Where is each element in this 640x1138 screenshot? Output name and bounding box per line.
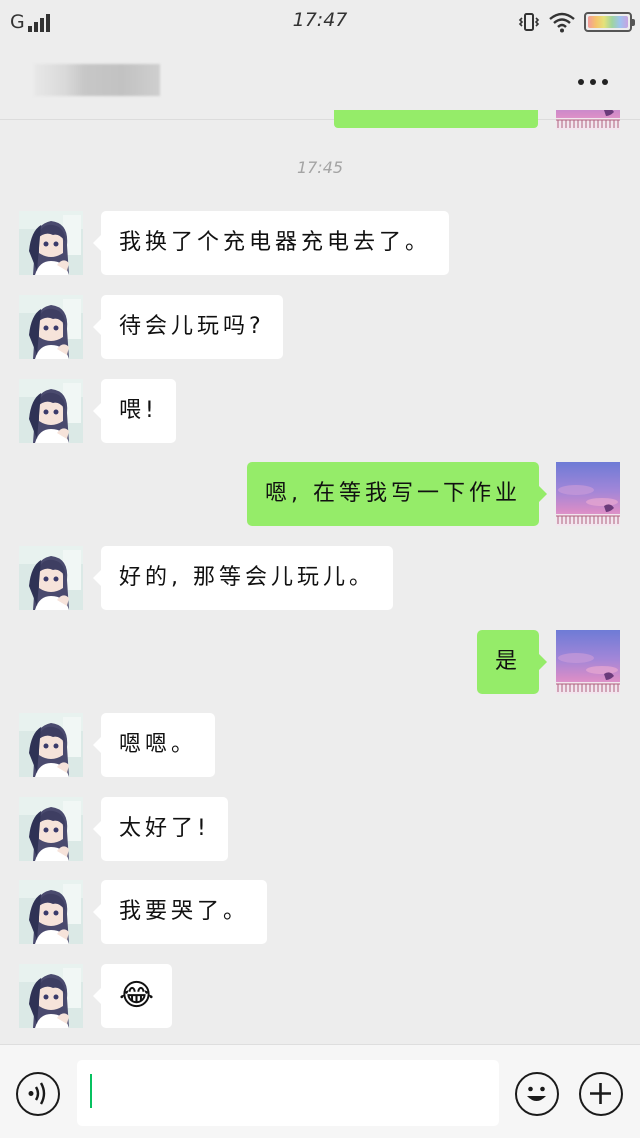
battery-icon bbox=[584, 12, 635, 32]
message-row: 喂! bbox=[0, 379, 640, 443]
voice-icon[interactable] bbox=[16, 1072, 60, 1116]
message-row: 😂 bbox=[0, 964, 640, 1028]
incoming-message-bubble[interactable]: 喂! bbox=[93, 379, 176, 443]
message-row: 是 bbox=[0, 630, 640, 694]
contact-avatar[interactable] bbox=[19, 379, 83, 443]
outgoing-message-bubble[interactable]: 是 bbox=[476, 630, 548, 694]
partial-outgoing-bubble[interactable] bbox=[334, 110, 538, 128]
message-row: 太好了! bbox=[0, 797, 640, 861]
more-dots-icon[interactable] bbox=[578, 74, 612, 90]
message-row: 待会儿玩吗? bbox=[0, 295, 640, 359]
plus-icon[interactable] bbox=[579, 1072, 623, 1116]
contact-avatar[interactable] bbox=[19, 295, 83, 359]
message-input[interactable] bbox=[77, 1060, 499, 1126]
incoming-message-bubble[interactable]: 待会儿玩吗? bbox=[93, 295, 283, 359]
incoming-message-bubble[interactable]: 太好了! bbox=[93, 797, 228, 861]
chat-timestamp: 17:45 bbox=[296, 158, 344, 177]
contact-avatar[interactable] bbox=[19, 964, 83, 1028]
self-avatar[interactable] bbox=[556, 462, 620, 526]
incoming-message-bubble[interactable]: 我要哭了。 bbox=[92, 880, 268, 944]
contact-name-redacted bbox=[34, 64, 160, 96]
vibrate-icon bbox=[518, 13, 540, 31]
self-avatar-partial[interactable] bbox=[556, 110, 620, 130]
chat-header bbox=[0, 44, 640, 120]
message-row: 好的, 那等会儿玩儿。 bbox=[0, 546, 640, 610]
contact-avatar[interactable] bbox=[19, 797, 83, 861]
status-icons bbox=[518, 10, 635, 34]
contact-avatar[interactable] bbox=[19, 546, 83, 610]
status-bar: G 17:47 bbox=[0, 0, 640, 44]
incoming-message-bubble[interactable]: 好的, 那等会儿玩儿。 bbox=[93, 546, 393, 610]
text-caret bbox=[90, 1074, 92, 1108]
message-row: 我要哭了。 bbox=[0, 880, 640, 944]
input-bar bbox=[0, 1044, 640, 1138]
wifi-icon bbox=[549, 12, 575, 33]
incoming-message-bubble[interactable]: 嗯嗯。 bbox=[92, 713, 216, 777]
contact-avatar[interactable] bbox=[19, 211, 83, 275]
contact-avatar[interactable] bbox=[19, 713, 83, 777]
contact-avatar[interactable] bbox=[19, 880, 83, 944]
self-avatar[interactable] bbox=[556, 630, 620, 694]
message-row: 嗯嗯。 bbox=[0, 713, 640, 777]
outgoing-message-bubble[interactable]: 嗯, 在等我写一下作业 bbox=[247, 462, 547, 526]
emoji-icon[interactable] bbox=[515, 1072, 559, 1116]
emoji-message-bubble[interactable]: 😂 bbox=[92, 964, 173, 1028]
message-row: 嗯, 在等我写一下作业 bbox=[0, 462, 640, 526]
incoming-message-bubble[interactable]: 我换了个充电器充电去了。 bbox=[92, 211, 450, 275]
message-row: 我换了个充电器充电去了。 bbox=[0, 211, 640, 275]
